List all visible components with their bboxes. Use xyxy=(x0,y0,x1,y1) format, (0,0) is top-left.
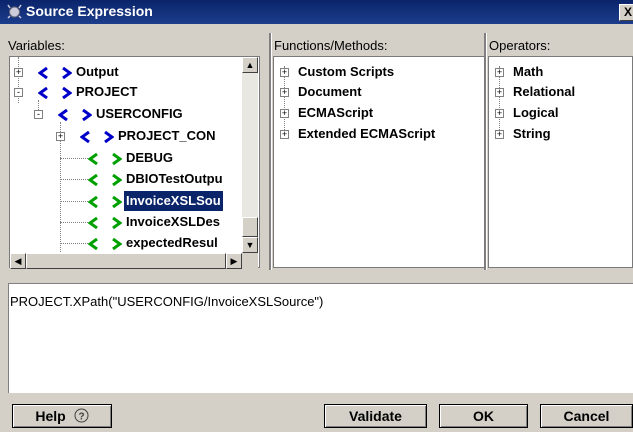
tree-item-label: Math xyxy=(513,64,544,79)
tree-line xyxy=(60,158,88,159)
tree-item-math[interactable]: + Math xyxy=(489,62,629,82)
panel-divider[interactable] xyxy=(269,33,272,270)
variable-leaf-icon xyxy=(88,196,122,208)
scroll-thumb[interactable] xyxy=(242,217,258,237)
tree-item-project-con[interactable]: + PROJECT_CON xyxy=(0,126,242,146)
tree-line xyxy=(60,222,88,223)
tree-item-label: String xyxy=(513,126,551,141)
scroll-right-button[interactable]: ▶ xyxy=(226,253,242,269)
cancel-button[interactable]: Cancel xyxy=(540,404,633,428)
tree-item-logical[interactable]: + Logical xyxy=(489,103,629,123)
expand-icon[interactable]: + xyxy=(56,132,65,141)
tree-item-label: PROJECT xyxy=(76,84,138,99)
expand-icon[interactable]: + xyxy=(495,109,504,118)
tree-item-userconfig[interactable]: - USERCONFIG xyxy=(0,104,242,124)
tree-item-document[interactable]: + Document xyxy=(274,82,474,102)
variables-label: Variables: xyxy=(8,38,65,53)
question-mark-icon: ? xyxy=(74,408,89,423)
expand-icon[interactable]: + xyxy=(495,88,504,97)
scroll-up-button[interactable]: ▲ xyxy=(242,57,258,73)
scroll-left-button[interactable]: ◀ xyxy=(10,253,26,269)
tree-item-label: Relational xyxy=(513,84,576,99)
tree-item-ecmascript[interactable]: + ECMAScript xyxy=(274,103,474,123)
tree-item-label: Custom Scripts xyxy=(298,64,395,79)
tree-item-label: DBIOTestOutpu xyxy=(126,171,223,186)
variable-leaf-icon xyxy=(88,153,122,165)
expand-icon[interactable]: + xyxy=(14,68,23,77)
expand-icon[interactable]: + xyxy=(280,68,289,77)
variables-horizontal-scrollbar[interactable]: ◀ ▶ xyxy=(10,253,258,269)
tree-item-project[interactable]: - PROJECT xyxy=(0,82,242,102)
tree-line xyxy=(60,201,88,202)
tree-item-label: DEBUG xyxy=(126,150,173,165)
variable-node-icon xyxy=(38,67,72,79)
variables-vertical-scrollbar[interactable]: ▲ ▼ xyxy=(242,57,258,253)
scroll-down-button[interactable]: ▼ xyxy=(242,237,258,253)
close-button[interactable]: X xyxy=(619,4,633,21)
tree-item-label: expectedResul xyxy=(126,235,218,250)
tree-item-label-selected: InvoiceXSLSou xyxy=(123,190,224,212)
tree-line xyxy=(60,243,88,244)
tree-item-invoicexslsource[interactable]: InvoiceXSLSou xyxy=(0,190,242,212)
tree-item-label: USERCONFIG xyxy=(96,106,183,121)
scroll-thumb[interactable] xyxy=(26,253,226,269)
title-bar[interactable]: Source Expression X xyxy=(0,0,633,24)
tree-item-label: PROJECT_CON xyxy=(118,128,216,143)
variable-leaf-icon xyxy=(88,174,122,186)
tree-item-dbiotestoutput[interactable]: DBIOTestOutpu xyxy=(0,169,242,189)
tree-item-label: ECMAScript xyxy=(298,105,374,120)
collapse-icon[interactable]: - xyxy=(34,110,43,119)
variable-leaf-icon xyxy=(88,217,122,229)
svg-text:?: ? xyxy=(78,412,84,423)
functions-label: Functions/Methods: xyxy=(274,38,388,53)
expand-icon[interactable]: + xyxy=(280,88,289,97)
validate-button[interactable]: Validate xyxy=(324,404,427,428)
tree-item-label: InvoiceXSLDes xyxy=(126,214,220,229)
tree-item-extended-ecmascript[interactable]: + Extended ECMAScript xyxy=(274,124,474,144)
variable-node-icon xyxy=(80,131,114,143)
variable-leaf-icon xyxy=(88,238,122,250)
tree-item-invoicexsldest[interactable]: InvoiceXSLDes xyxy=(0,212,242,232)
tree-item-expectedresult[interactable]: expectedResul xyxy=(0,233,242,253)
tree-item-label: Document xyxy=(298,84,362,99)
tree-item-string[interactable]: + String xyxy=(489,124,629,144)
tree-line xyxy=(60,179,88,180)
tree-item-label: Output xyxy=(76,64,119,79)
app-icon xyxy=(7,4,22,19)
tree-item-custom-scripts[interactable]: + Custom Scripts xyxy=(274,62,474,82)
tree-item-label: Extended ECMAScript xyxy=(298,126,436,141)
window-title: Source Expression xyxy=(26,3,153,19)
operators-label: Operators: xyxy=(489,38,551,53)
tree-item-relational[interactable]: + Relational xyxy=(489,82,629,102)
collapse-icon[interactable]: - xyxy=(14,88,23,97)
variable-node-icon xyxy=(38,87,72,99)
variable-node-icon xyxy=(58,109,92,121)
tree-item-label: Logical xyxy=(513,105,559,120)
ok-button[interactable]: OK xyxy=(439,404,528,428)
expand-icon[interactable]: + xyxy=(280,109,289,118)
help-button[interactable]: Help ? xyxy=(12,404,112,428)
expression-editor[interactable]: PROJECT.XPath("USERCONFIG/InvoiceXSLSour… xyxy=(8,283,633,393)
expand-icon[interactable]: + xyxy=(495,130,504,139)
help-button-label: Help xyxy=(35,408,66,424)
tree-item-debug[interactable]: DEBUG xyxy=(0,148,242,168)
scroll-corner xyxy=(242,253,258,269)
expand-icon[interactable]: + xyxy=(495,68,504,77)
expand-icon[interactable]: + xyxy=(280,130,289,139)
tree-item-output[interactable]: + Output xyxy=(0,62,242,82)
